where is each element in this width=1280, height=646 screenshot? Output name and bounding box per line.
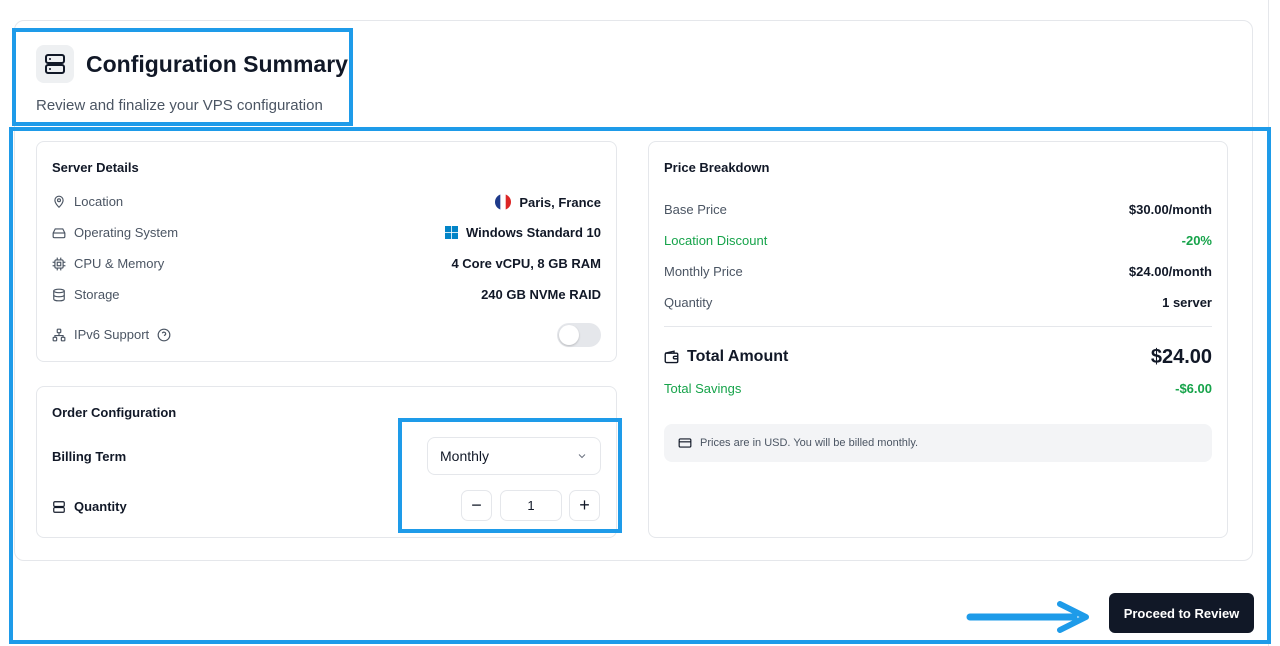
help-circle-icon[interactable] [157,328,171,342]
quantity-label: Quantity [52,499,127,514]
total-amount-label-text: Total Amount [687,348,789,365]
total-amount-label: Total Amount [664,348,788,366]
order-configuration-title: Order Configuration [52,405,177,420]
billing-info-note: Prices are in USD. You will be billed mo… [664,424,1212,462]
os-label: Operating System [52,225,178,240]
annotation-arrow-icon [966,600,1096,634]
location-value: Paris, France [495,194,601,210]
quantity-decrement-button[interactable]: − [461,490,492,521]
ipv6-label-text: IPv6 Support [74,327,150,342]
price-breakdown-card [648,141,1228,538]
page-subtitle: Review and finalize your VPS configurati… [36,97,323,114]
cpu-label-text: CPU & Memory [74,256,165,271]
credit-card-icon [678,436,692,450]
windows-logo-icon [445,226,459,239]
os-value: Windows Standard 10 [445,225,601,240]
quantity-input[interactable] [500,490,562,521]
billing-info-text: Prices are in USD. You will be billed mo… [700,437,919,449]
billing-term-select[interactable]: Monthly [427,437,601,475]
wallet-icon [664,349,679,365]
os-label-text: Operating System [74,225,179,240]
total-savings-label: Total Savings [664,381,742,396]
total-amount-value: $24.00 [1150,346,1212,368]
location-label: Location [52,194,123,209]
price-quantity-value: 1 server [1162,295,1212,310]
price-breakdown-title: Price Breakdown [664,160,770,175]
monthly-price-label: Monthly Price [664,264,743,279]
location-value-text: Paris, France [519,194,601,210]
ipv6-toggle[interactable] [557,323,601,347]
base-price-label: Base Price [664,202,727,217]
quantity-increment-button[interactable]: + [569,490,600,521]
os-value-text: Windows Standard 10 [466,225,601,240]
storage-label: Storage [52,287,120,302]
quantity-label-text: Quantity [74,499,127,514]
database-icon [52,288,66,302]
location-label-text: Location [74,194,124,209]
map-pin-icon [52,195,66,209]
location-discount-label: Location Discount [664,233,768,248]
cpu-label: CPU & Memory [52,256,164,271]
cpu-value: 4 Core vCPU, 8 GB RAM [451,256,601,271]
ipv6-label: IPv6 Support [52,327,171,342]
base-price-value: $30.00/month [1128,202,1212,217]
storage-label-text: Storage [74,287,120,302]
scrollbar-edge [1268,0,1269,646]
page-title: Configuration Summary [86,51,348,77]
server-details-title: Server Details [52,160,139,175]
header-icon-box [36,45,74,83]
price-quantity-label: Quantity [664,295,713,310]
hard-drive-icon [52,226,66,240]
price-divider [664,326,1212,327]
chevron-down-icon [576,450,588,462]
cpu-icon [52,257,66,271]
server-icon [43,52,67,76]
ipv6-toggle-knob [559,325,579,345]
storage-value: 240 GB NVMe RAID [481,287,601,302]
france-flag-icon [495,194,512,210]
location-discount-value: -20% [1181,233,1212,248]
monthly-price-value: $24.00/month [1128,264,1212,279]
network-icon [52,328,66,342]
billing-term-value: Monthly [440,448,490,464]
server-icon [52,500,66,514]
total-savings-value: -$6.00 [1175,381,1212,396]
billing-term-label: Billing Term [52,449,127,464]
proceed-to-review-button[interactable]: Proceed to Review [1109,593,1254,633]
